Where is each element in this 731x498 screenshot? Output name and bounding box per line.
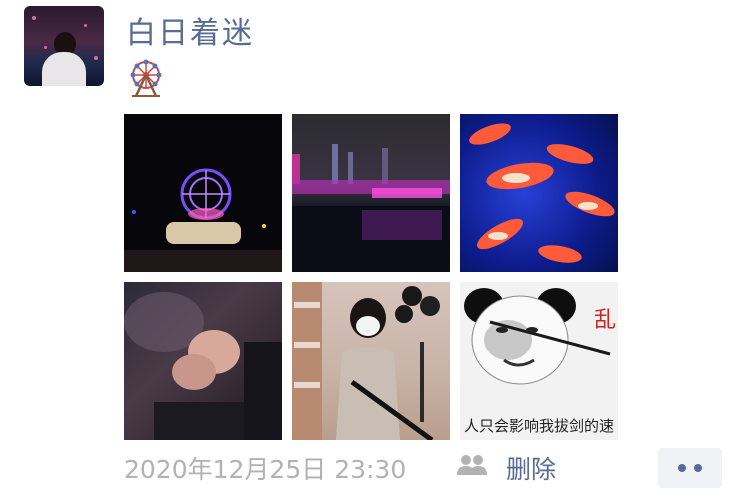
delete-button[interactable]: 删除 [506,450,556,486]
more-dots-icon [678,464,686,472]
photo-1[interactable] [124,114,282,272]
meme-mark: 乱 [593,308,616,333]
post-footer: 2020年12月25日 23:30 删除 [124,450,724,484]
post-timestamp: 2020年12月25日 23:30 [124,455,407,484]
author-name[interactable]: 白日着迷 [126,8,254,52]
ferris-wheel-icon [130,59,162,97]
photo-5[interactable] [292,282,450,440]
more-button[interactable] [658,448,722,488]
photo-6[interactable]: 乱 人只会影响我拔剑的速 [460,282,618,440]
photo-2[interactable] [292,114,450,272]
photo-4[interactable] [124,282,282,440]
avatar[interactable] [24,6,104,86]
photo-3[interactable] [460,114,618,272]
friends-icon[interactable] [456,454,488,476]
more-dot-2 [694,464,702,472]
meme-caption: 人只会影响我拔剑的速 [463,417,614,435]
